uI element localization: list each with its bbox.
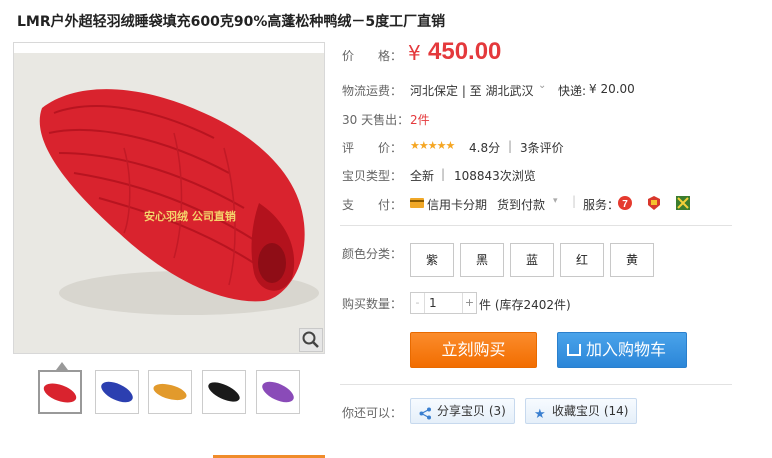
svg-text:7: 7: [622, 199, 628, 210]
condition-label: 宝贝类型：: [342, 169, 403, 183]
thumbnail-pointer: [56, 362, 68, 370]
share-button[interactable]: 分享宝贝 (3): [410, 398, 515, 424]
color-option-purple[interactable]: 紫: [410, 243, 454, 277]
sold-count: 2件: [410, 113, 430, 127]
service-badge-icon[interactable]: [675, 195, 691, 211]
payment-label: 支 付：: [342, 198, 403, 212]
sold-label: 30 天售出：: [342, 113, 410, 127]
divider: [340, 225, 732, 226]
price-currency: ¥: [408, 41, 421, 65]
stock-info: 件 (库存2402件): [479, 298, 571, 312]
thumbnail-black[interactable]: [202, 370, 246, 414]
rating-label: 评 价：: [342, 141, 403, 155]
color-option-red[interactable]: 红: [560, 243, 604, 277]
sleeping-bag-red-image: [14, 53, 324, 353]
add-to-cart-label: 加入购物车: [586, 340, 667, 359]
condition-divider: |: [441, 167, 446, 181]
cart-icon: [567, 344, 581, 356]
product-photo: [14, 53, 324, 353]
more-actions-label: 你还可以：: [342, 406, 403, 420]
add-to-cart-button[interactable]: 加入购物车: [557, 332, 687, 368]
cod-dropdown-icon[interactable]: ▾: [553, 196, 558, 206]
star-icon: ★: [534, 407, 546, 422]
image-watermark: 安心羽绒 公司直销: [144, 210, 236, 223]
shipping-label: 物流运费：: [342, 84, 403, 98]
quantity-label: 购买数量：: [342, 297, 403, 311]
share-icon: [419, 404, 432, 428]
payment-divider: |: [572, 194, 577, 208]
favorite-button[interactable]: ★ 收藏宝贝 (14): [525, 398, 638, 424]
thumbnail-red[interactable]: [38, 370, 82, 414]
condition-value: 全新: [410, 169, 435, 183]
express-cost: ¥ 20.00: [589, 82, 635, 96]
cod-option[interactable]: 货到付款: [497, 196, 545, 213]
divider: [340, 384, 732, 385]
quantity-increase-button[interactable]: +: [462, 293, 476, 313]
review-count-link[interactable]: 3条评价: [520, 139, 564, 156]
color-label: 颜色分类：: [342, 247, 403, 261]
rating-score: 4.8分: [469, 141, 501, 155]
rating-stars-icon: ★★★★★: [410, 139, 455, 152]
color-option-black[interactable]: 黑: [460, 243, 504, 277]
quantity-stepper[interactable]: - 1 +: [410, 292, 477, 314]
price-value: 450.00: [428, 38, 502, 65]
main-product-image[interactable]: 安心羽绒 公司直销: [13, 42, 325, 354]
installment-option[interactable]: 信用卡分期: [427, 196, 487, 213]
thumbnail-purple[interactable]: [256, 370, 300, 414]
seven-day-return-icon[interactable]: 7: [617, 195, 633, 211]
quantity-decrease-button[interactable]: -: [411, 293, 425, 313]
shipping-route[interactable]: 河北保定 | 至 湖北武汉: [410, 82, 534, 99]
view-count: 108843次浏览: [454, 169, 536, 183]
credit-card-icon: [410, 197, 424, 211]
chevron-down-icon[interactable]: ⌄: [538, 80, 546, 91]
zoom-icon[interactable]: [299, 328, 323, 352]
service-label: 服务：: [583, 198, 620, 212]
color-option-yellow[interactable]: 黄: [610, 243, 654, 277]
express-label: 快递:: [558, 84, 587, 98]
buy-now-button[interactable]: 立刻购买: [410, 332, 537, 368]
color-option-blue[interactable]: 蓝: [510, 243, 554, 277]
thumbnail-yellow[interactable]: [148, 370, 192, 414]
rating-divider: |: [508, 139, 513, 153]
quantity-input[interactable]: 1: [426, 293, 462, 313]
product-title: LMR户外超轻羽绒睡袋填充600克90%高蓬松种鸭绒－5度工厂直销: [17, 14, 446, 30]
thumbnail-blue[interactable]: [95, 370, 139, 414]
authentic-guarantee-icon[interactable]: [646, 195, 662, 211]
share-label: 分享宝贝 (3): [437, 404, 506, 418]
favorite-label: 收藏宝贝 (14): [552, 404, 629, 418]
price-label: 价 格：: [342, 49, 403, 63]
